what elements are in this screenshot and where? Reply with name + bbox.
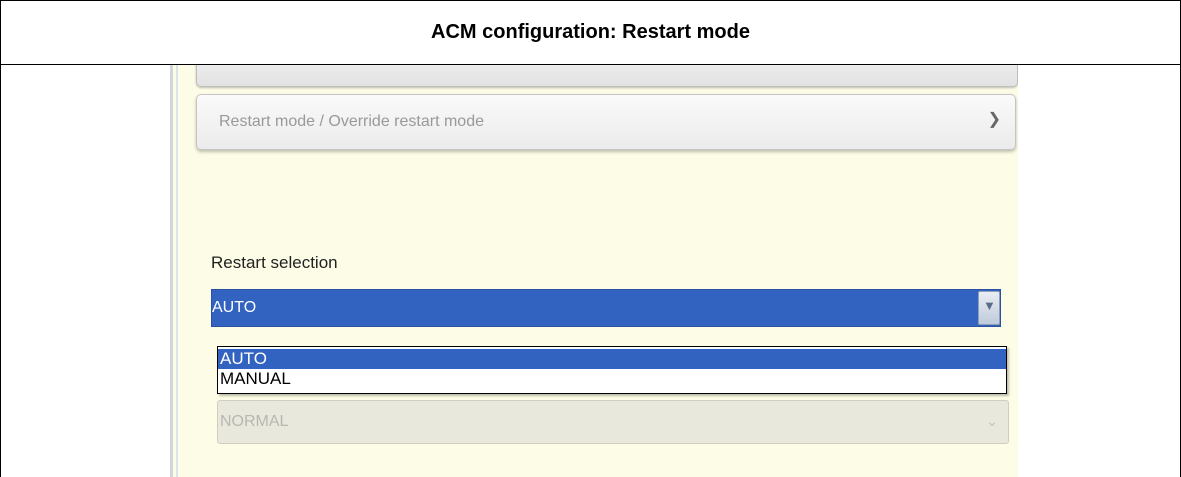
option-auto[interactable]: AUTO	[218, 349, 1006, 369]
restart-selection-select[interactable]: AUTO	[211, 289, 1001, 327]
previous-accordion-header[interactable]	[196, 65, 1018, 87]
chevron-down-icon: ⌄	[986, 413, 998, 429]
restart-selection-value: AUTO	[212, 299, 257, 316]
normal-select-value: NORMAL	[220, 413, 289, 430]
figure-title: ACM configuration: Restart mode	[431, 21, 750, 43]
config-panel: Restart mode / Override restart mode ❯ R…	[182, 65, 1018, 477]
chevron-down-icon: ❯	[987, 111, 1001, 128]
normal-select-disabled: NORMAL ⌄	[217, 400, 1009, 444]
option-manual[interactable]: MANUAL	[218, 369, 1006, 389]
accordion-restart-mode[interactable]: Restart mode / Override restart mode ❯	[196, 94, 1016, 150]
screenshot-panel: Restart mode / Override restart mode ❯ R…	[170, 65, 1018, 477]
restart-options-list[interactable]: AUTO MANUAL	[217, 346, 1007, 394]
panel-border-left	[170, 65, 173, 477]
figure-title-row: ACM configuration: Restart mode	[1, 1, 1180, 65]
chevron-down-icon: ▼	[983, 298, 996, 313]
select-dropdown-button[interactable]: ▼	[978, 291, 1000, 325]
restart-selection-label: Restart selection	[211, 253, 338, 272]
accordion-label: Restart mode / Override restart mode	[219, 113, 484, 130]
panel-border-inner	[176, 65, 178, 477]
